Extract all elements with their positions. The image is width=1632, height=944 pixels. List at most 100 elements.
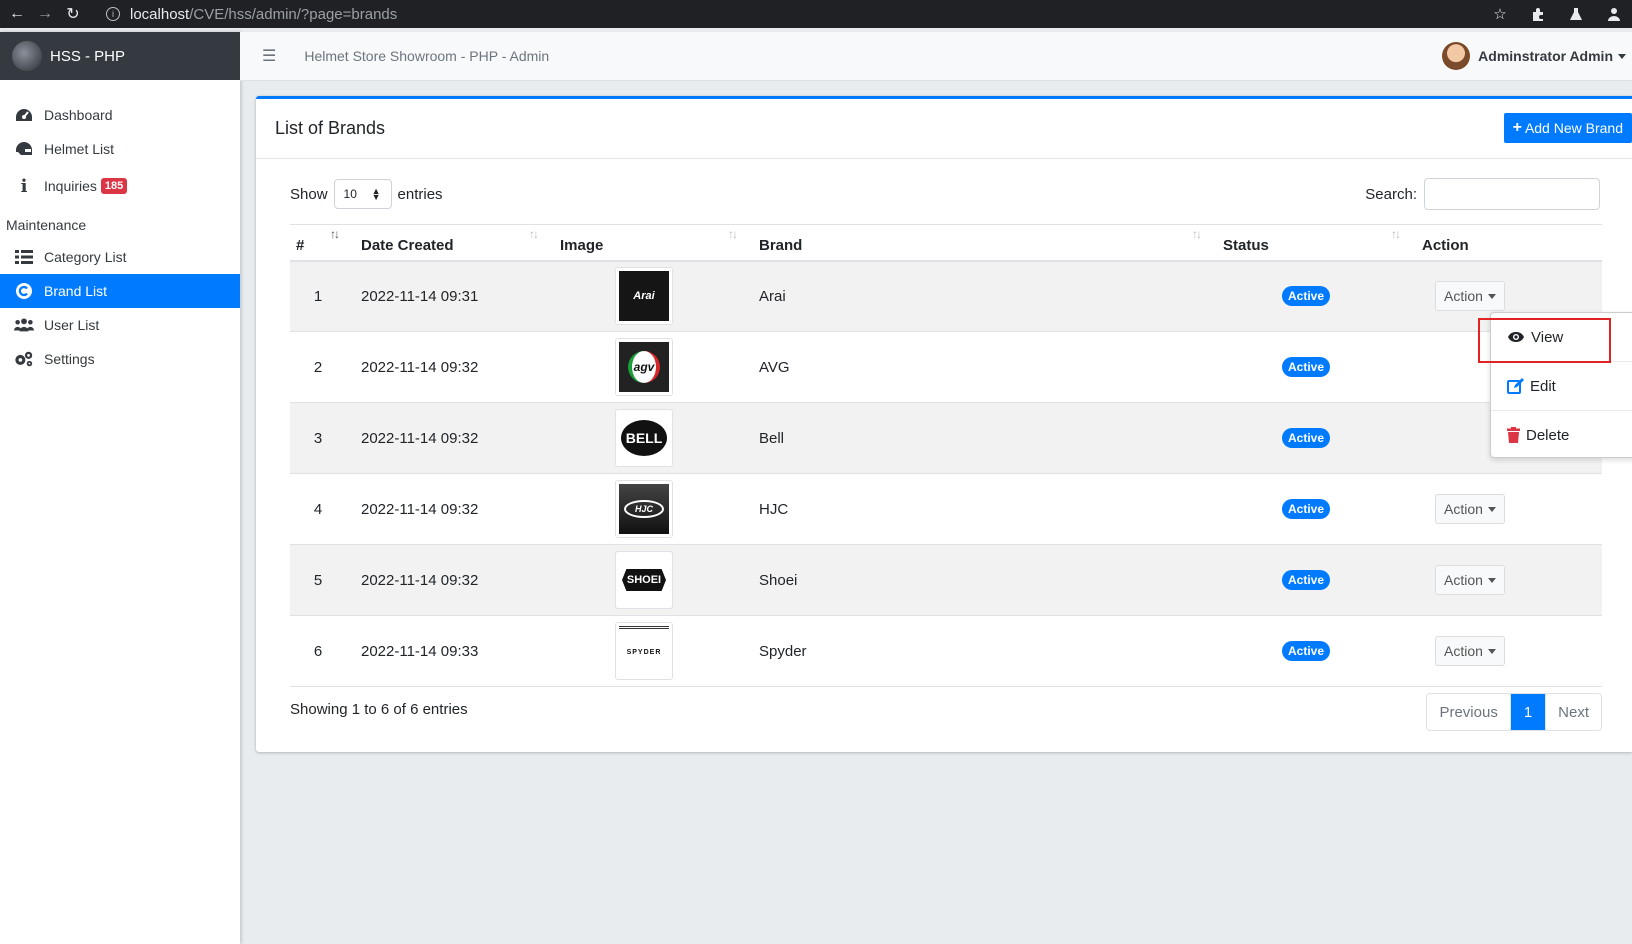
row-status: Active xyxy=(1208,403,1407,474)
brand-text: HSS - PHP xyxy=(50,47,126,65)
reload-icon[interactable]: ↻ xyxy=(62,3,84,25)
action-dropdown-button[interactable]: Action xyxy=(1435,281,1505,312)
table-row: 3 2022-11-14 09:32 BELL Bell Active xyxy=(290,402,1602,474)
dashboard-icon xyxy=(14,107,34,123)
brand-logo-image: Arai xyxy=(619,271,669,322)
annotation-highlight-box xyxy=(1478,318,1611,363)
pagination-previous[interactable]: Previous xyxy=(1427,694,1509,730)
search-control: Search: xyxy=(1365,178,1600,210)
table-row: 1 2022-11-14 09:31 Arai Arai Active Acti… xyxy=(290,260,1602,332)
brands-table: # ↑↓ Date Created ↑↓ Image ↑↓ Brand ↑↓ Statu… xyxy=(290,224,1602,687)
browser-toolbar: ← → ↻ i localhost/CVE/hss/admin/?page=br… xyxy=(0,0,1632,28)
user-menu[interactable]: Adminstrator Admin xyxy=(1442,42,1626,70)
entries-length-control: Show 10 ▲ ▼ entries xyxy=(290,179,443,209)
hamburger-menu-icon[interactable]: ☰ xyxy=(262,46,276,66)
row-image: SHOEI xyxy=(545,545,744,616)
back-icon[interactable]: ← xyxy=(6,3,28,25)
action-dropdown-button[interactable]: Action xyxy=(1435,494,1505,524)
row-number: 2 xyxy=(313,358,323,376)
brand-logo-thumbnail: BELL xyxy=(615,409,673,467)
forward-icon[interactable]: → xyxy=(34,3,56,25)
column-header-image[interactable]: Image ↑↓ xyxy=(545,224,744,262)
chevron-down-icon xyxy=(1487,648,1496,654)
sidebar-item-settings[interactable]: Settings xyxy=(0,342,240,376)
plus-icon: + xyxy=(1512,119,1522,136)
row-number: 4 xyxy=(313,500,323,518)
row-date: 2022-11-14 09:31 xyxy=(361,287,479,305)
trash-icon xyxy=(1507,427,1520,443)
edit-menu-item[interactable]: Edit xyxy=(1491,362,1632,410)
action-dropdown-button[interactable]: Action xyxy=(1435,636,1505,666)
column-header-date-created[interactable]: Date Created ↑↓ xyxy=(346,224,545,262)
address-bar[interactable]: i localhost/CVE/hss/admin/?page=brands xyxy=(96,2,1392,26)
brand-logo-thumbnail: agv xyxy=(615,338,673,396)
brand-logo xyxy=(12,41,42,71)
cogs-icon xyxy=(14,350,34,368)
sidebar-item-label: User List xyxy=(44,317,100,333)
status-badge: Active xyxy=(1282,428,1331,448)
sidebar-item-category-list[interactable]: Category List xyxy=(0,240,240,274)
labs-flask-icon[interactable] xyxy=(1566,4,1586,24)
row-status: Active xyxy=(1208,474,1407,545)
row-image: Arai xyxy=(545,261,744,332)
table-row: 6 2022-11-14 09:33 SPYDER Spyder Active … xyxy=(290,616,1602,687)
row-action: Action xyxy=(1407,474,1602,545)
row-action: Action xyxy=(1407,616,1602,687)
brand-logo-thumbnail: SHOEI xyxy=(615,551,673,609)
column-header-status[interactable]: Status ↑↓ xyxy=(1208,224,1407,262)
sidebar-item-inquiries[interactable]: i Inquiries 185 xyxy=(0,166,240,206)
column-header-action: Action xyxy=(1407,224,1602,262)
profile-icon[interactable] xyxy=(1604,4,1624,24)
action-dropdown-button[interactable]: Action xyxy=(1435,565,1505,595)
search-input[interactable] xyxy=(1424,178,1600,210)
site-info-icon[interactable]: i xyxy=(106,7,120,21)
sidebar-item-dashboard[interactable]: Dashboard xyxy=(0,98,240,132)
table-row: 2 2022-11-14 09:32 agv AVG Active xyxy=(290,332,1602,403)
sidebar-brand[interactable]: HSS - PHP xyxy=(0,32,240,80)
users-icon xyxy=(14,317,34,333)
pagination-next[interactable]: Next xyxy=(1545,694,1601,730)
entries-select[interactable]: 10 ▲ ▼ xyxy=(333,179,392,209)
brand-logo-image: SHOEI xyxy=(619,555,669,605)
extensions-icon[interactable] xyxy=(1528,4,1548,24)
row-date: 2022-11-14 09:33 xyxy=(361,642,479,660)
copyright-icon xyxy=(14,282,34,300)
brand-logo-image: HJC xyxy=(619,484,669,534)
status-badge: Active xyxy=(1282,499,1331,519)
sidebar-section-header: Maintenance xyxy=(6,217,87,233)
sort-asc-icon: ↑↓ xyxy=(330,227,340,241)
bookmark-star-icon[interactable]: ☆ xyxy=(1490,4,1510,24)
row-brand: HJC xyxy=(759,500,789,518)
sidebar-item-label: Settings xyxy=(44,351,95,367)
row-date: 2022-11-14 09:32 xyxy=(361,358,479,376)
brand-logo-thumbnail: HJC xyxy=(615,480,673,538)
sidebar-item-user-list[interactable]: User List xyxy=(0,308,240,342)
row-brand: Spyder xyxy=(759,642,807,660)
row-action: Action xyxy=(1407,545,1602,616)
table-row: 5 2022-11-14 09:32 SHOEI Shoei Active Ac… xyxy=(290,544,1602,616)
status-badge: Active xyxy=(1282,357,1331,377)
delete-menu-item[interactable]: Delete xyxy=(1491,411,1632,459)
row-brand: AVG xyxy=(759,358,790,376)
sidebar-item-helmet-list[interactable]: Helmet List xyxy=(0,132,240,166)
brand-logo-image: BELL xyxy=(619,413,669,463)
row-brand: Bell xyxy=(759,429,785,447)
column-header-brand[interactable]: Brand ↑↓ xyxy=(744,224,1208,262)
brand-logo-image: agv xyxy=(619,342,669,392)
select-arrows-icon: ▲ ▼ xyxy=(371,186,381,202)
url-path: /CVE/hss/admin/?page=brands xyxy=(189,5,398,23)
column-header-number[interactable]: # ↑↓ xyxy=(290,224,346,262)
pagination-page-1[interactable]: 1 xyxy=(1509,694,1546,730)
row-image: BELL xyxy=(545,403,744,474)
add-new-brand-button[interactable]: + Add New Brand xyxy=(1503,113,1632,143)
chevron-down-icon xyxy=(1487,293,1496,299)
sidebar-item-label: Inquiries xyxy=(44,178,97,194)
sidebar-item-brand-list[interactable]: Brand List xyxy=(0,274,240,308)
sort-icon: ↑↓ xyxy=(529,227,539,241)
row-number: 1 xyxy=(313,287,323,305)
status-badge: Active xyxy=(1282,641,1331,661)
sidebar-item-label: Dashboard xyxy=(44,107,113,123)
user-name: Adminstrator Admin xyxy=(1478,48,1613,64)
sidebar-item-label: Category List xyxy=(44,249,127,265)
list-icon xyxy=(14,249,34,265)
